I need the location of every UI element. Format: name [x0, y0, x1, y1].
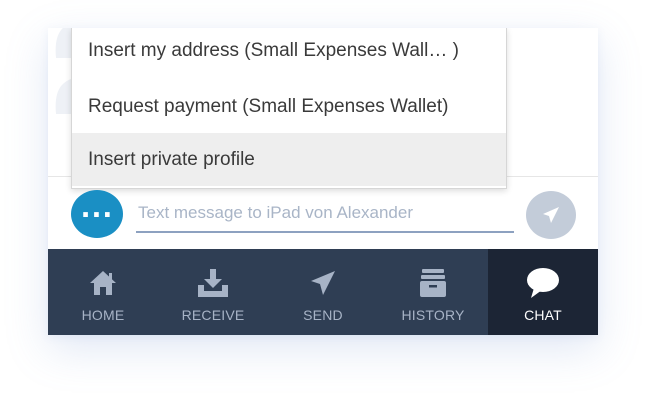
- menu-item-label: Insert my address (Small Expenses Wall… …: [88, 40, 459, 61]
- send-message-button[interactable]: [526, 191, 576, 239]
- menu-item-insert-address[interactable]: Insert my address (Small Expenses Wall… …: [72, 28, 506, 80]
- menu-item-label: Insert private profile: [88, 149, 255, 170]
- chat-screen: Insert my address (Small Expenses Wall… …: [48, 28, 598, 335]
- actions-menu: Insert my address (Small Expenses Wall… …: [71, 28, 507, 189]
- more-actions-button[interactable]: ...: [71, 190, 123, 238]
- home-icon: [86, 267, 120, 299]
- tab-home[interactable]: HOME: [48, 249, 158, 335]
- tab-chat[interactable]: CHAT: [488, 249, 598, 335]
- tab-label: HISTORY: [401, 307, 465, 323]
- chat-icon: [526, 267, 560, 299]
- tab-label: RECEIVE: [181, 307, 245, 323]
- menu-item-request-payment[interactable]: Request payment (Small Expenses Wallet): [72, 80, 506, 133]
- tab-label: SEND: [303, 307, 343, 323]
- tab-send[interactable]: SEND: [268, 249, 378, 335]
- menu-item-label: Request payment (Small Expenses Wallet): [88, 96, 449, 117]
- receive-icon: [196, 267, 230, 299]
- menu-item-insert-private-profile[interactable]: Insert private profile: [72, 133, 506, 186]
- more-dots-icon: ...: [80, 194, 114, 224]
- send-icon: [306, 267, 340, 299]
- page: Insert my address (Small Expenses Wall… …: [0, 0, 646, 404]
- send-arrow-icon: [543, 207, 559, 223]
- bottom-tab-bar: HOME RECEIVE SEND HISTORY CHAT: [48, 249, 598, 335]
- tab-history[interactable]: HISTORY: [378, 249, 488, 335]
- tab-label: HOME: [81, 307, 125, 323]
- history-icon: [416, 267, 450, 299]
- tab-receive[interactable]: RECEIVE: [158, 249, 268, 335]
- message-input[interactable]: [136, 195, 514, 233]
- tab-label: CHAT: [524, 307, 562, 323]
